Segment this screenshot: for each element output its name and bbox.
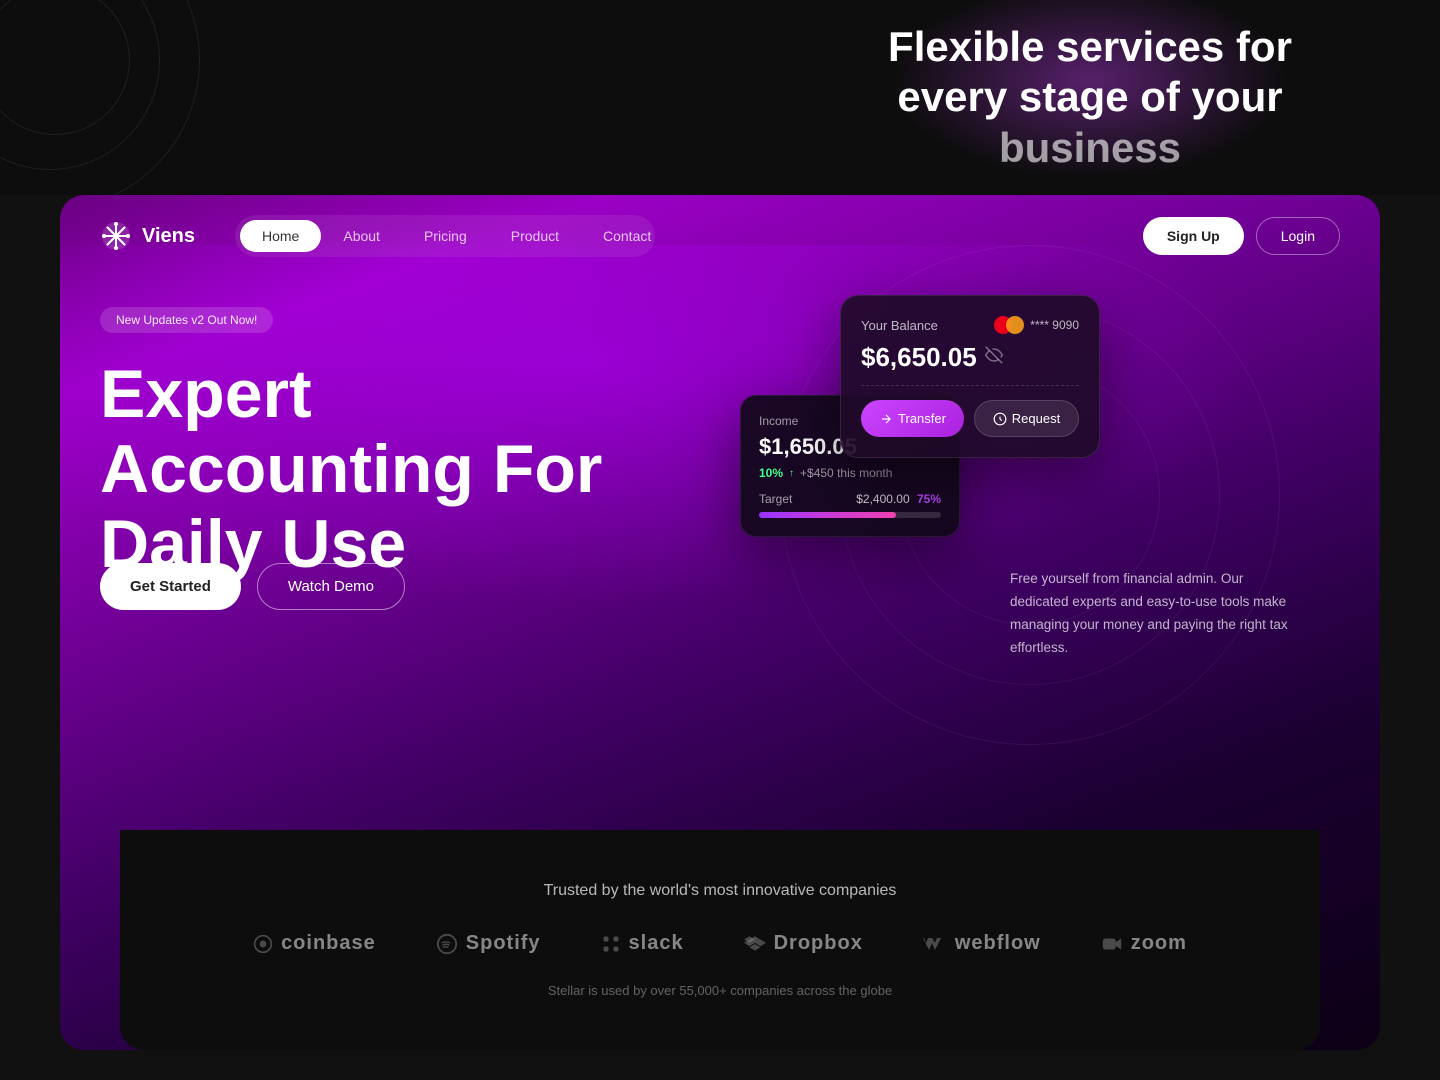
- webflow-icon: [923, 935, 947, 953]
- balance-divider: [861, 385, 1079, 386]
- card-number: **** 9090: [1030, 318, 1079, 332]
- income-change: +$450 this month: [800, 466, 892, 480]
- mastercard-icon: [994, 316, 1024, 334]
- progress-bar: [759, 512, 941, 518]
- transfer-button[interactable]: Transfer: [861, 400, 964, 437]
- login-button[interactable]: Login: [1256, 217, 1340, 255]
- balance-card: Your Balance **** 9090 $6,650.05: [840, 295, 1100, 458]
- balance-label: Your Balance: [861, 318, 938, 333]
- get-started-button[interactable]: Get Started: [100, 563, 241, 610]
- brand-dropbox: Dropbox: [744, 932, 863, 955]
- signup-button[interactable]: Sign Up: [1143, 217, 1244, 255]
- eye-icon: [985, 346, 1003, 369]
- main-card: Viens Home About Pricing Product Contact…: [60, 195, 1380, 1050]
- bottom-section: Trusted by the world's most innovative c…: [120, 830, 1320, 1050]
- brand-webflow: webflow: [923, 932, 1041, 955]
- target-label: Target: [759, 492, 792, 506]
- brands-row: coinbase Spotify s: [253, 932, 1187, 955]
- balance-amount: $6,650.05: [861, 342, 1079, 373]
- trusted-heading: Trusted by the world's most innovative c…: [544, 882, 897, 900]
- hero-title-line1: Expert: [100, 356, 312, 432]
- dropbox-icon: [744, 934, 766, 954]
- brand-slack: slack: [601, 932, 684, 955]
- balance-header: Your Balance **** 9090: [861, 316, 1079, 334]
- target-values: $2,400.00 75%: [856, 492, 941, 506]
- update-badge: New Updates v2 Out Now!: [100, 307, 273, 333]
- hero-content: New Updates v2 Out Now! Expert Accountin…: [60, 277, 1380, 581]
- brand-zoom: zoom: [1101, 932, 1187, 955]
- hero-left: New Updates v2 Out Now! Expert Accountin…: [100, 307, 660, 581]
- nav-links: Home About Pricing Product Contact: [235, 215, 655, 257]
- footer-note: Stellar is used by over 55,000+ companie…: [548, 983, 892, 998]
- coinbase-icon: [253, 934, 273, 954]
- progress-fill: [759, 512, 896, 518]
- brand-spotify: Spotify: [436, 932, 541, 955]
- top-heading-area: Flexible services forevery stage of your…: [840, 0, 1340, 195]
- top-section: Flexible services forevery stage of your…: [0, 0, 1440, 195]
- card-info: **** 9090: [994, 316, 1079, 334]
- nav-contact[interactable]: Contact: [581, 220, 673, 252]
- logo-snowflake-icon: [100, 220, 132, 252]
- cta-buttons: Get Started Watch Demo: [100, 563, 405, 610]
- nav-home[interactable]: Home: [240, 220, 321, 252]
- income-stats: 10% ↑ +$450 this month: [759, 466, 941, 480]
- decorative-circles-left: [0, 0, 350, 195]
- spotify-icon: [436, 933, 458, 955]
- navbar: Viens Home About Pricing Product Contact…: [60, 195, 1380, 277]
- zoom-icon: [1101, 933, 1123, 955]
- balance-actions: Transfer Request: [861, 400, 1079, 437]
- logo-area: Viens: [100, 220, 195, 252]
- transfer-icon: [879, 412, 893, 426]
- watch-demo-button[interactable]: Watch Demo: [257, 563, 405, 610]
- income-arrow-icon: ↑: [789, 468, 794, 479]
- balance-value: $6,650.05: [861, 342, 977, 373]
- nav-pricing[interactable]: Pricing: [402, 220, 489, 252]
- top-heading: Flexible services forevery stage of your…: [888, 22, 1292, 173]
- nav-product[interactable]: Product: [489, 220, 581, 252]
- hero-description: Free yourself from financial admin. Our …: [1010, 568, 1300, 660]
- income-percentage: 10%: [759, 466, 783, 480]
- target-pct: 75%: [917, 492, 941, 506]
- slack-icon: [601, 934, 621, 954]
- brand-coinbase: coinbase: [253, 932, 376, 955]
- request-button[interactable]: Request: [974, 400, 1079, 437]
- hero-title-line2: Accounting For: [100, 431, 602, 507]
- nav-about[interactable]: About: [321, 220, 402, 252]
- request-icon: [993, 412, 1007, 426]
- nav-buttons: Sign Up Login: [1143, 217, 1340, 255]
- hero-title: Expert Accounting For Daily Use: [100, 357, 660, 581]
- logo-text: Viens: [142, 225, 195, 248]
- target-row: Target $2,400.00 75%: [759, 492, 941, 506]
